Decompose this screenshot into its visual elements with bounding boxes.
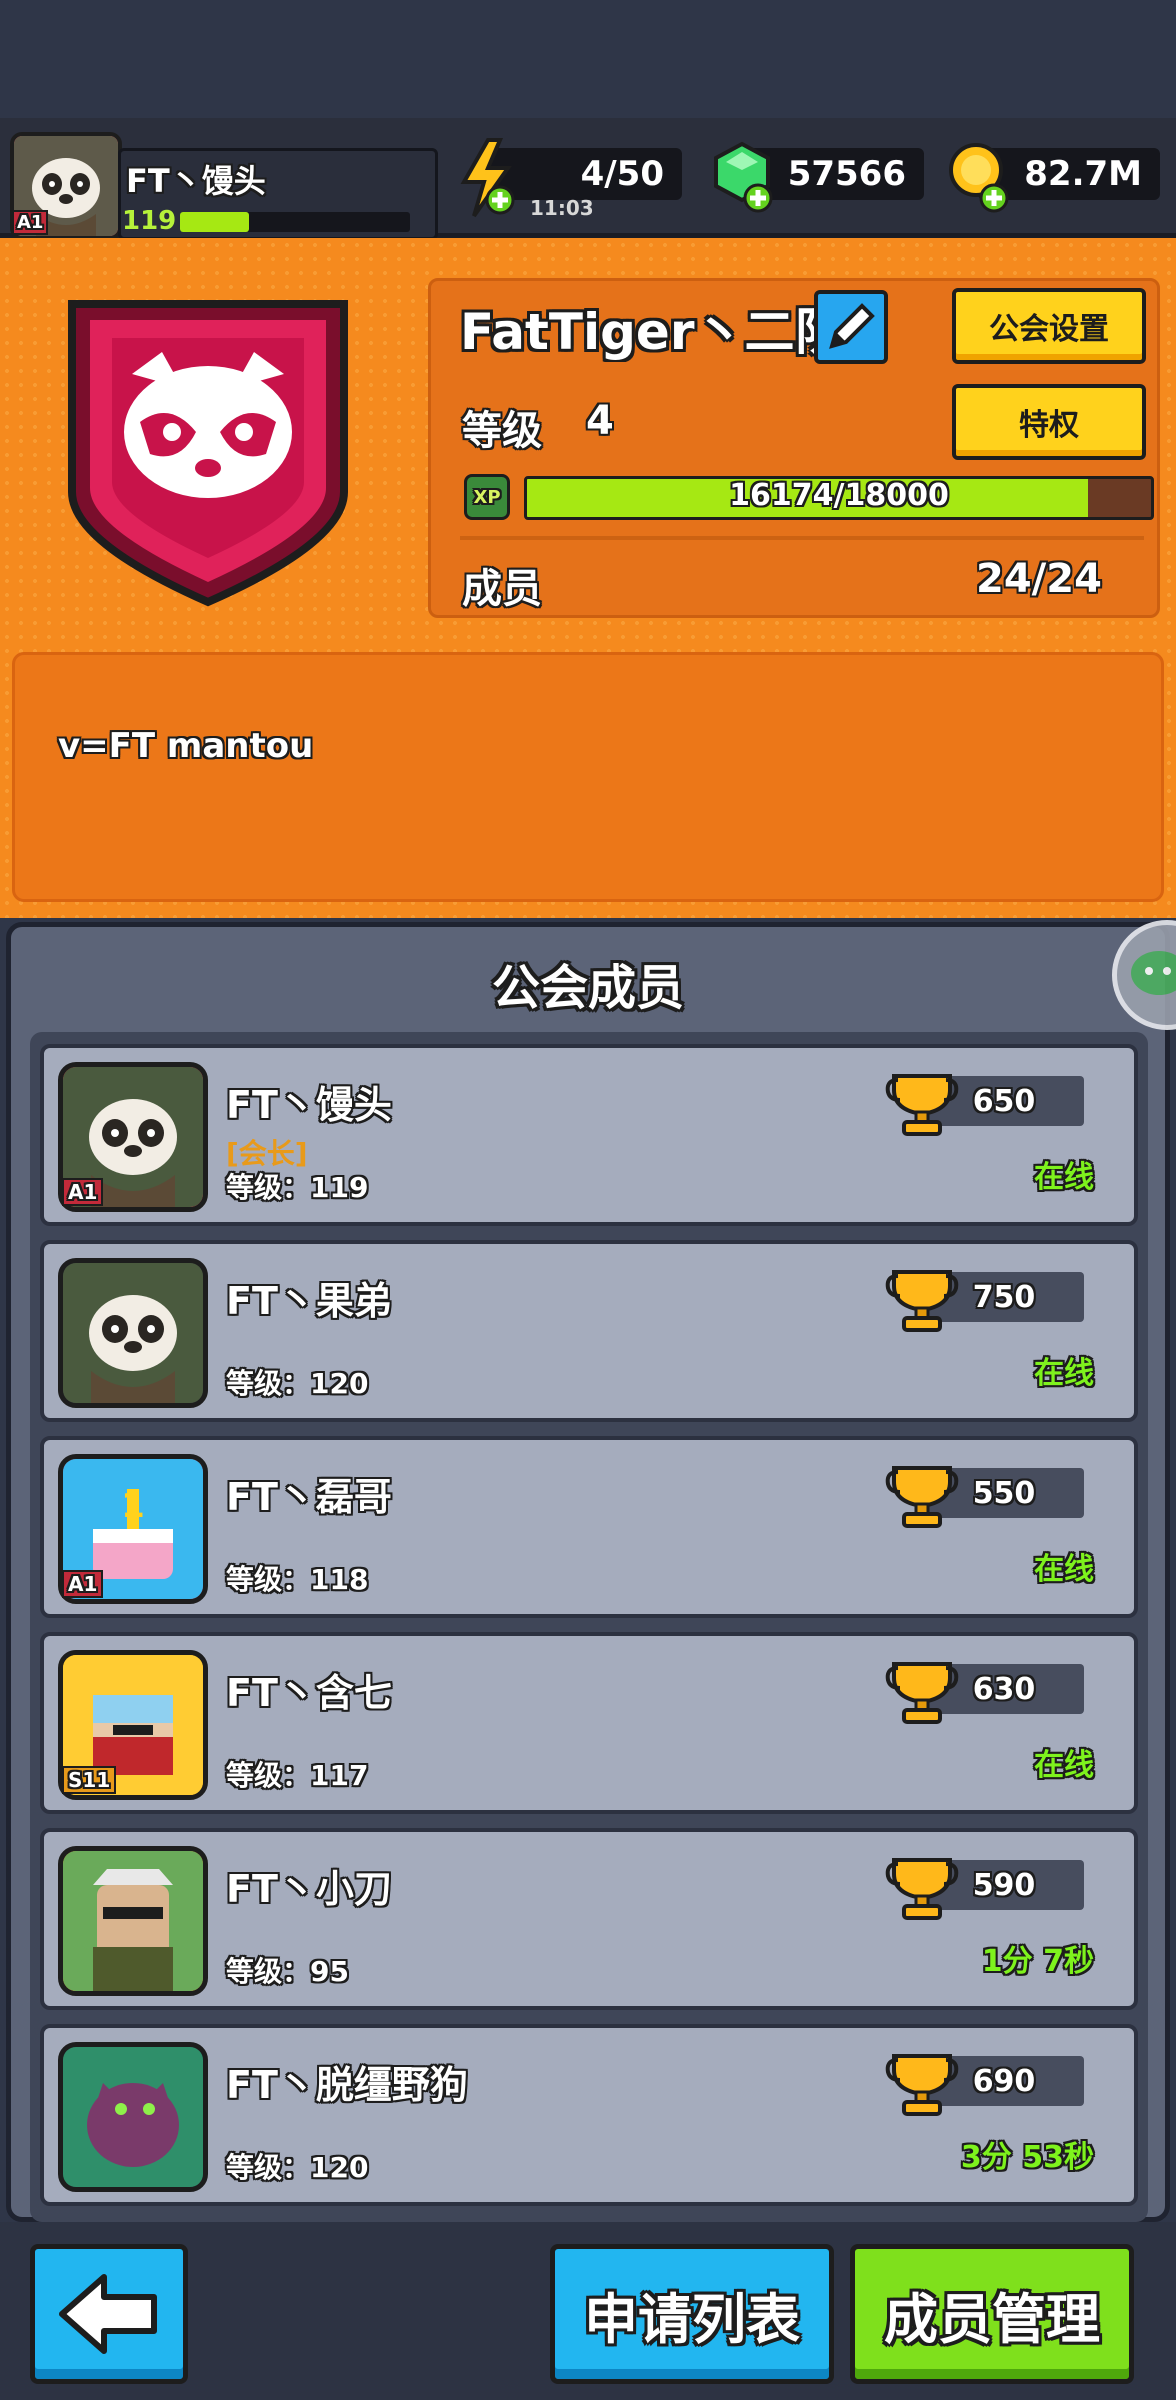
coin-value: 82.7M (1024, 154, 1142, 194)
guild-xp-text: 16174/18000 (729, 478, 949, 513)
chat-bubble-icon (1131, 951, 1176, 995)
member-level-value: 118 (310, 1563, 369, 1596)
member-card[interactable]: FT丶脱缰野狗 等级：120 690 3分 53秒 (40, 2024, 1138, 2206)
player-xp-bar (180, 212, 410, 232)
monster-avatar (63, 2047, 203, 2187)
member-level-value: 95 (310, 1955, 349, 1988)
arrow-left-icon (59, 2274, 157, 2354)
player-name: FT丶馒头 (126, 162, 266, 200)
player-avatar-badge: A1 (12, 210, 49, 235)
member-level-prefix: 等级： (226, 1171, 311, 1204)
guild-level-label: 等级 (462, 408, 542, 454)
member-badge: A1 (62, 1178, 104, 1206)
member-level-prefix: 等级： (226, 1759, 311, 1792)
member-name: FT丶馒头 (226, 1083, 392, 1127)
member-name: FT丶磊哥 (226, 1475, 392, 1519)
member-card[interactable]: S11 FT丶含七 等级：117 630 在线 (40, 1632, 1138, 1814)
member-status: 在线 (1034, 1748, 1094, 1783)
member-level: 等级：120 (226, 1362, 368, 1402)
trophy-icon (884, 1654, 960, 1726)
gem-value: 57566 (787, 154, 906, 194)
trophy-icon (884, 1262, 960, 1334)
member-status: 在线 (1034, 1356, 1094, 1391)
member-card[interactable]: FT丶小刀 等级：95 590 1分 7秒 (40, 1828, 1138, 2010)
guild-description: v=FT mantou (58, 726, 314, 766)
member-badge: S11 (62, 1766, 117, 1794)
soldier-avatar (63, 1851, 203, 1991)
energy-timer: 11:03 (530, 196, 594, 220)
gem-icon[interactable] (710, 140, 780, 216)
lightning-icon[interactable] (458, 138, 518, 218)
member-name: FT丶果弟 (226, 1279, 392, 1323)
trophy-icon (884, 1458, 960, 1530)
member-status: 在线 (1034, 1160, 1094, 1195)
edit-name-button[interactable] (814, 290, 888, 364)
panda-avatar (63, 1263, 203, 1403)
chat-button[interactable] (1112, 920, 1176, 1030)
member-status: 在线 (1034, 1552, 1094, 1587)
member-card[interactable]: A1 FT丶馒头 [会长] 等级：119 650 在线 (40, 1044, 1138, 1226)
guild-level-value: 4 (586, 398, 614, 444)
member-level: 等级：120 (226, 2146, 368, 2186)
member-level: 等级：119 (226, 1166, 368, 1206)
guild-settings-button[interactable]: 公会设置 (952, 288, 1146, 364)
divider (460, 536, 1144, 540)
xp-badge-label: XP (473, 486, 501, 508)
privilege-button[interactable]: 特权 (952, 384, 1146, 460)
members-title: 公会成员 (491, 960, 684, 1016)
energy-counter: 4/50 (490, 148, 682, 200)
trophy-icon (884, 2046, 960, 2118)
member-level-value: 120 (310, 1367, 369, 1400)
member-card[interactable]: FT丶果弟 等级：120 750 在线 (40, 1240, 1138, 1422)
member-name: FT丶脱缰野狗 (226, 2063, 468, 2107)
xp-badge-icon: XP (464, 474, 510, 520)
members-count: 24/24 (976, 556, 1102, 602)
member-level: 等级：117 (226, 1754, 368, 1794)
pencil-icon (829, 303, 875, 349)
coin-icon[interactable] (946, 140, 1016, 216)
back-button[interactable] (30, 2244, 188, 2384)
player-xp-fill (180, 212, 249, 232)
member-level-prefix: 等级： (226, 2151, 311, 2184)
member-status: 1分 7秒 (981, 1944, 1094, 1979)
apply-list-button[interactable]: 申请列表 (550, 2244, 834, 2384)
member-avatar[interactable] (58, 1258, 208, 1408)
guild-description-box (12, 652, 1164, 902)
member-level: 等级：95 (226, 1950, 349, 1990)
raccoon-icon (124, 352, 292, 498)
member-level-value: 119 (310, 1171, 369, 1204)
player-level: 119 (122, 206, 177, 236)
trophy-icon (884, 1066, 960, 1138)
member-level-prefix: 等级： (226, 1563, 311, 1596)
member-avatar[interactable] (58, 2042, 208, 2192)
member-card[interactable]: 1 A1 FT丶磊哥 等级：118 550 在线 (40, 1436, 1138, 1618)
member-list[interactable]: A1 FT丶馒头 [会长] 等级：119 650 在线 FT丶果弟 等级：120… (30, 1032, 1148, 2222)
member-level-value: 120 (310, 2151, 369, 2184)
member-name: FT丶小刀 (226, 1867, 392, 1911)
member-status: 3分 53秒 (960, 2140, 1094, 2175)
member-level-prefix: 等级： (226, 1955, 311, 1988)
trophy-icon (884, 1850, 960, 1922)
energy-value: 4/50 (580, 154, 664, 194)
member-avatar[interactable] (58, 1846, 208, 1996)
svg-text:1: 1 (121, 1486, 145, 1526)
member-manage-button[interactable]: 成员管理 (850, 2244, 1134, 2384)
member-badge: A1 (62, 1570, 104, 1598)
guild-name: FatTiger丶二队 (460, 303, 820, 361)
members-label: 成员 (462, 566, 542, 612)
member-level-prefix: 等级： (226, 1367, 311, 1400)
guild-emblem[interactable] (50, 282, 366, 618)
member-name: FT丶含七 (226, 1671, 392, 1715)
member-level: 等级：118 (226, 1558, 368, 1598)
member-level-value: 117 (310, 1759, 369, 1792)
